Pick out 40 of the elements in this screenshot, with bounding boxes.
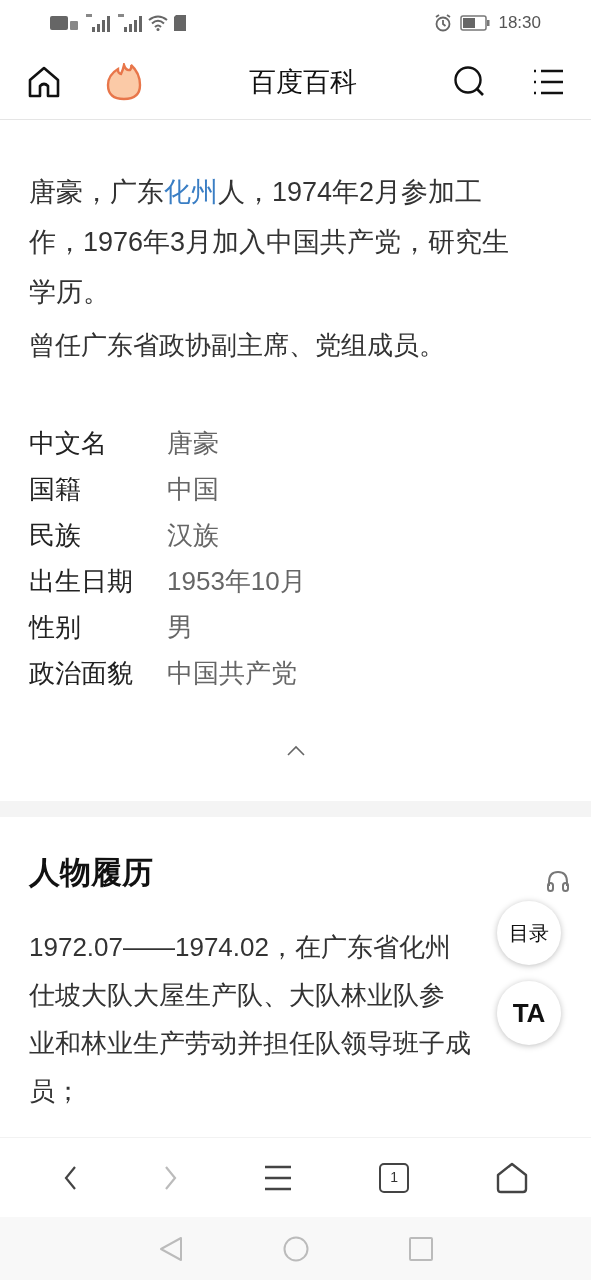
home-icon[interactable] (495, 1161, 528, 1194)
info-label: 中文名 (29, 426, 108, 460)
tabs-button[interactable]: 1 (379, 1162, 410, 1193)
collapse-chevron-icon[interactable] (285, 745, 306, 757)
place-link[interactable]: 化州 (164, 177, 218, 207)
site-title: 百度百科 (247, 65, 358, 99)
signal-icon (84, 13, 110, 32)
hd-icon (50, 14, 78, 31)
intro-paragraph: 唐豪，广东化州人，1974年2月参加工作，1976年3月加入中国共产党，研究生学历。 (29, 176, 511, 309)
info-value: 中国共产党 (167, 656, 297, 690)
info-label: 性别 (29, 610, 82, 644)
section-heading: 人物履历 (29, 853, 153, 892)
back-icon[interactable] (63, 1164, 78, 1191)
info-label: 国籍 (29, 472, 82, 506)
menu-icon[interactable] (264, 1164, 293, 1191)
battery-icon (460, 14, 491, 31)
status-time: 18:30 (498, 11, 541, 34)
alarm-icon (434, 13, 453, 32)
info-value: 男 (167, 610, 193, 644)
sd-card-icon (174, 14, 186, 31)
info-label: 民族 (29, 518, 82, 552)
info-value: 1953年10月 (167, 564, 306, 598)
summary-text: 曾任广东省政协副主席、党组成员。 (29, 329, 446, 362)
body-text-line: 业和林业生产劳动并担任队领导班子成 (29, 1027, 471, 1060)
home-icon[interactable] (27, 65, 61, 99)
info-label: 出生日期 (29, 564, 134, 598)
body-text-line: 1972.07——1974.02，在广东省化州 (29, 931, 451, 964)
info-value: 唐豪 (167, 426, 219, 460)
headphone-icon[interactable] (546, 870, 570, 892)
toc-button[interactable]: 目录 (497, 901, 561, 965)
signal-icon (116, 13, 142, 32)
body-text-line: 员； (29, 1075, 81, 1108)
flame-icon[interactable] (106, 63, 142, 101)
info-label: 政治面貌 (29, 656, 134, 690)
ta-button[interactable]: TA (497, 981, 561, 1045)
menu-icon[interactable] (532, 68, 564, 96)
body-text-line: 仕坡大队大屋生产队、大队林业队参 (29, 979, 445, 1012)
info-value: 中国 (167, 472, 219, 506)
wifi-icon (148, 14, 168, 31)
info-value: 汉族 (167, 518, 219, 552)
